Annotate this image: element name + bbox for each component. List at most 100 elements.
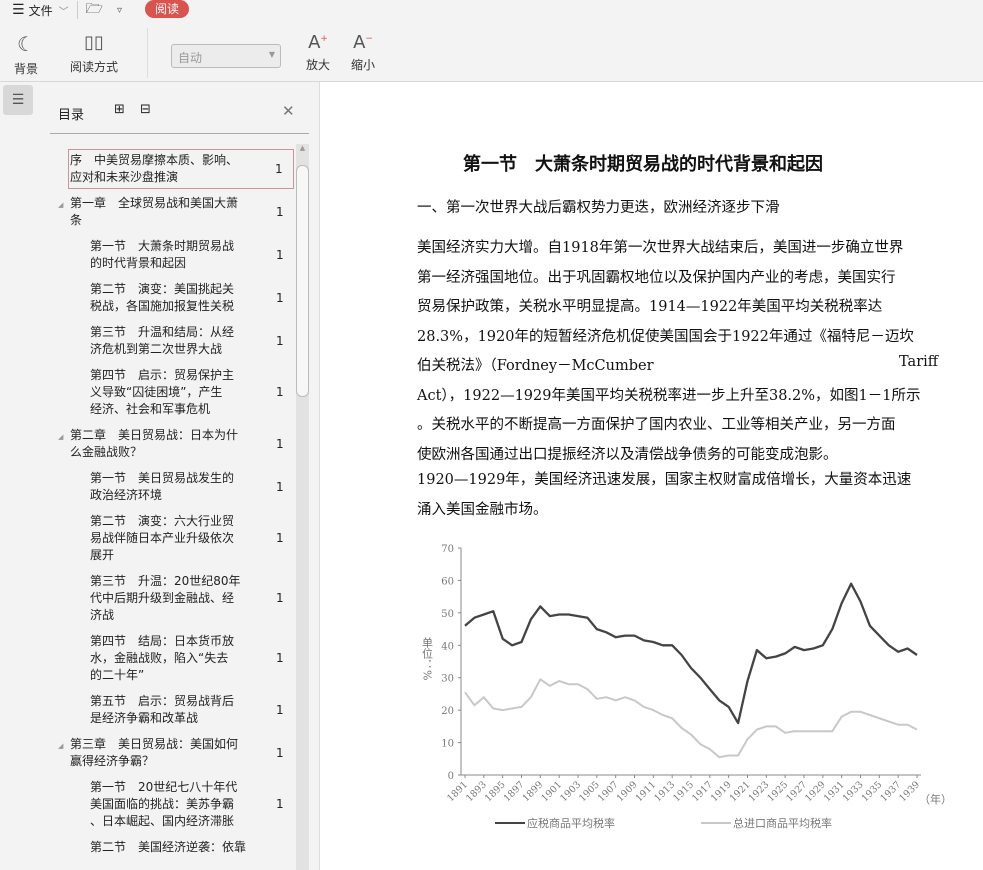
- x-tick-label: 1929: [803, 779, 828, 804]
- toc-item[interactable]: 第三章 美日贸易战：美国如何 赢得经济争霸？ 1: [70, 736, 296, 770]
- toc-item-label: 第一节 大萧条时期贸易战: [90, 239, 235, 253]
- toc-page-number: 1: [276, 333, 284, 348]
- toc-item-label: 么金融战败？: [70, 445, 143, 459]
- read-mode-label: 阅读方式: [70, 60, 119, 74]
- x-tick-label: 1917: [690, 779, 715, 804]
- x-tick-label: 1899: [521, 779, 546, 804]
- menu-icon[interactable]: ☰: [12, 2, 25, 18]
- toc-panel: 目录 ⊞ ⊟ ✕ 序 中美贸易摩擦本质、影响、 应对和未来沙盘推演 1 第一章 全球贸…: [46, 82, 320, 870]
- x-tick-label: 1931: [822, 779, 847, 804]
- scrollbar[interactable]: ▲: [296, 144, 309, 870]
- toc-item[interactable]: 第三节 升温：20世纪80年 代中后期升级到金融战、经 济战 1: [90, 573, 296, 624]
- scrollbar-thumb[interactable]: [296, 165, 309, 397]
- paragraph-text: 28.3%，1920年的短暂经济危机促使美国国会于1922年通过《福特尼－迈坎: [417, 328, 914, 345]
- legend-label: 总进口商品平均税率: [733, 816, 832, 830]
- toc-item[interactable]: 第三节 升温和结局：从经 济危机到第二次世界大战 1: [90, 324, 296, 358]
- x-tick-label: 1925: [765, 779, 790, 804]
- toc-page-number: 1: [276, 745, 284, 760]
- paragraph-text: 第一经济强国地位。出于巩固霸权地位以及保护国内产业的考虑，美国实行: [417, 269, 896, 286]
- toc-item-label: 第四节 结局：日本货币放: [90, 634, 235, 648]
- divider: [50, 133, 309, 134]
- toc-item[interactable]: 序 中美贸易摩擦本质、影响、 应对和未来沙盘推演 1: [68, 149, 294, 189]
- toc-item-label: 条: [70, 213, 83, 227]
- close-icon[interactable]: ✕: [282, 102, 295, 120]
- zoom-in-button[interactable]: A+ 放大: [306, 32, 330, 73]
- toc-item-label: 第一节 20世纪七八十年代: [90, 780, 238, 794]
- x-tick-label: 1901: [539, 779, 564, 804]
- toc-item-label: 是经济争霸和改革战: [90, 711, 199, 725]
- x-tick-label: 1903: [558, 779, 583, 804]
- toc-item-label: 赢得经济争霸？: [70, 754, 155, 768]
- paragraph-text: 。关税水平的不断提高一方面保护了国内农业、工业等相关产业，另一方面: [417, 417, 896, 433]
- expand-triangle-icon[interactable]: ◢: [58, 742, 63, 750]
- toc-item-label: 的二十年”: [90, 668, 145, 682]
- toc-item-label: 美国面临的挑战：美苏争霸: [90, 797, 235, 811]
- dropdown-icon[interactable]: ▿: [117, 5, 122, 16]
- paragraph-text: 1920—1929年，美国经济迅速发展，国家主权财富成倍增长，大量资本迅速: [417, 472, 912, 488]
- read-mode-badge[interactable]: 阅读: [145, 0, 189, 18]
- y-axis-label: 单位：%: [421, 637, 434, 681]
- collapse-all-icon[interactable]: ⊟: [140, 102, 151, 117]
- x-tick-label: 1895: [483, 779, 508, 804]
- toc-item[interactable]: 第二章 美日贸易战：日本为什 么金融战败？ 1: [70, 427, 296, 461]
- y-tick-label: 40: [441, 641, 454, 652]
- expand-triangle-icon[interactable]: ◢: [58, 201, 63, 209]
- toc-item[interactable]: 第一节 大萧条时期贸易战 的时代背景和起因 1: [90, 238, 296, 272]
- x-tick-label: 1919: [709, 779, 734, 804]
- open-folder-icon[interactable]: 🗁: [86, 0, 103, 22]
- toc-toggle-button[interactable]: ☰: [3, 85, 33, 115]
- toc-item-label: 济危机到第二次世界大战: [90, 342, 223, 356]
- toc-item[interactable]: 第四节 启示：贸易保护主 义导致“囚徒困境”，产生 经济、社会和军事危机 1: [90, 367, 296, 418]
- toc-item[interactable]: 第一章 全球贸易战和美国大萧条 1: [70, 195, 296, 229]
- zoom-in-label: 放大: [306, 58, 331, 72]
- paragraph-text: 美国经济实力大增。自1918年第一次世界大战结束后，美国进一步确立世界: [417, 240, 904, 256]
- toc-page-number: 1: [276, 591, 284, 605]
- background-label: 背景: [14, 62, 39, 76]
- y-tick-label: 60: [441, 576, 454, 587]
- y-tick-label: 30: [441, 674, 454, 685]
- expand-triangle-icon[interactable]: ◢: [58, 433, 63, 441]
- toc-item-label: 经济、社会和军事危机: [90, 402, 211, 416]
- toc-item[interactable]: 第五节 启示：贸易战背后 是经济争霸和改革战 1: [90, 693, 296, 727]
- zoom-out-label: 缩小: [351, 58, 376, 72]
- x-tick-label: 1915: [671, 779, 696, 804]
- left-sidebar: ☰: [0, 82, 46, 870]
- toc-item[interactable]: 第二节 美国经济逆袭：依靠: [90, 839, 296, 856]
- scroll-up-icon[interactable]: ▲: [296, 144, 309, 152]
- x-tick-label: 1905: [577, 779, 602, 804]
- toc-item[interactable]: 第一节 20世纪七八十年代 美国面临的挑战：美苏争霸 、日本崛起、国内经济滞胀 1: [90, 779, 296, 830]
- toc-item-label: 第四节 启示：贸易保护主: [90, 368, 235, 382]
- toc-item-label: 水，金融战败，陷入“失去: [90, 651, 229, 665]
- toc-item-label: 应对和未来沙盘推演: [70, 170, 179, 184]
- toc-item-label: 第一节 美日贸易战发生的: [90, 471, 235, 485]
- toc-item-label: 第二节 演变：美国挑起关: [90, 282, 235, 296]
- background-button[interactable]: ☾ 背景: [14, 32, 38, 77]
- toc-page-number: 1: [275, 161, 283, 176]
- read-mode-button[interactable]: ▯▯ 阅读方式: [70, 32, 118, 75]
- y-tick-label: 50: [441, 609, 454, 620]
- x-tick-label: 1893: [464, 779, 489, 804]
- zoom-select[interactable]: 自动 ▼: [171, 44, 281, 68]
- font-increase-icon: A+: [308, 32, 328, 53]
- paragraph-text: Act），1922—1929年美国平均关税税率进一步上升至38.2%，如图1－1…: [417, 387, 921, 404]
- toc-item-label: 展开: [90, 548, 115, 562]
- x-tick-label: 1911: [634, 779, 659, 804]
- x-tick-label: 1935: [860, 779, 885, 804]
- paragraph-text: 使欧洲各国通过出口提振经济以及清偿战争债务的可能变成泡影。: [417, 446, 838, 463]
- moon-icon: ☾: [17, 32, 35, 56]
- expand-all-icon[interactable]: ⊞: [114, 102, 125, 117]
- file-menu[interactable]: 文件: [29, 2, 53, 19]
- toc-item[interactable]: 第二节 演变：六大行业贸 易战伴随日本产业升级依次 展开 1: [90, 513, 296, 564]
- toc-item[interactable]: 第四节 结局：日本货币放 水，金融战败，陷入“失去 的二十年” 1: [90, 633, 296, 684]
- y-tick-label: 0: [448, 771, 454, 782]
- toc-item-label: 易战伴随日本产业升级依次: [90, 531, 235, 545]
- y-tick-label: 10: [441, 739, 454, 750]
- toc-item[interactable]: 第二节 演变：美国挑起关 税战，各国施加报复性关税 1: [90, 281, 296, 315]
- toc-item-label: 济战: [90, 608, 115, 622]
- x-tick-label: 1907: [596, 779, 621, 804]
- toc-page-number: 1: [276, 479, 284, 494]
- zoom-out-button[interactable]: A− 缩小: [351, 32, 375, 73]
- toc-item[interactable]: 第一节 美日贸易战发生的 政治经济环境 1: [90, 470, 296, 504]
- chevron-down-icon[interactable]: ﹀: [59, 3, 69, 18]
- paragraph-text: Tariff: [899, 354, 939, 370]
